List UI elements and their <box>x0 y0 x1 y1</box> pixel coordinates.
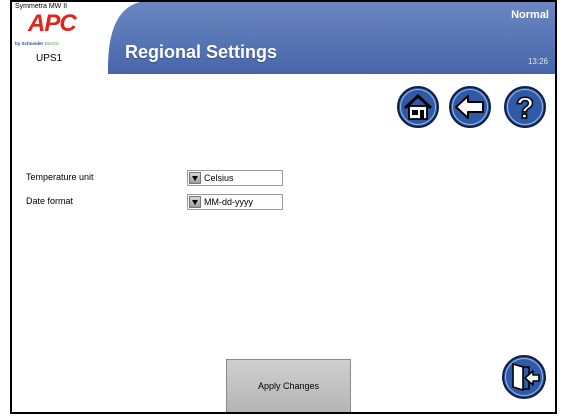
temperature-unit-value: Celsius <box>204 173 234 183</box>
page-title: Regional Settings <box>125 42 278 62</box>
status-label: Normal <box>511 9 549 21</box>
clock: 13:26 <box>527 57 548 66</box>
app-frame: Symmetra MW II APC by Schneider Electric… <box>10 0 557 414</box>
temperature-unit-select[interactable]: Celsius <box>187 170 283 186</box>
help-icon: ? <box>516 92 534 125</box>
apply-changes-button[interactable]: Apply Changes <box>226 359 351 412</box>
date-format-value: MM-dd-yyyy <box>204 197 253 207</box>
home-button[interactable] <box>396 85 440 129</box>
temperature-unit-label: Temperature unit <box>26 172 94 182</box>
svg-text:APC: APC <box>27 10 77 35</box>
back-button[interactable] <box>448 85 492 129</box>
device-name: UPS1 <box>36 53 63 64</box>
header: Symmetra MW II APC by Schneider Electric… <box>12 2 555 74</box>
date-format-select[interactable]: MM-dd-yyyy <box>187 194 283 210</box>
maker-name: by Schneider Electric <box>15 41 60 46</box>
date-format-label: Date format <box>26 196 74 206</box>
logo-area: Symmetra MW II APC by Schneider Electric… <box>12 2 112 72</box>
exit-button[interactable] <box>501 354 547 400</box>
chevron-down-icon <box>189 196 201 208</box>
apc-logo: APC <box>27 10 78 35</box>
chevron-down-icon <box>189 172 201 184</box>
help-button[interactable]: ? <box>503 85 547 129</box>
